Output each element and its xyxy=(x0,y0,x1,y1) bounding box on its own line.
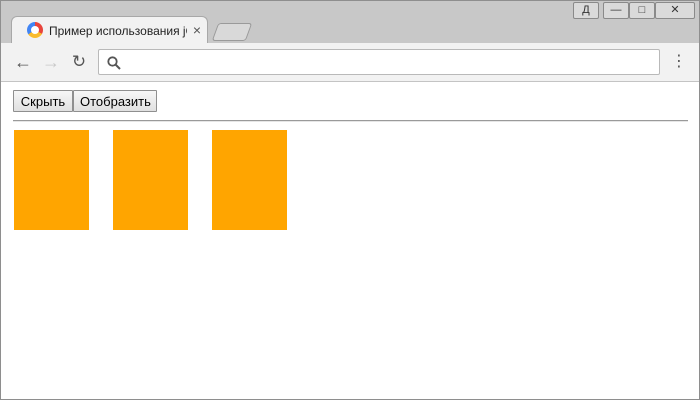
horizontal-rule xyxy=(13,120,688,122)
maximize-icon[interactable]: □ xyxy=(629,2,655,19)
tab-close-icon[interactable]: × xyxy=(190,22,204,38)
kebab-menu-icon[interactable]: ⋮ xyxy=(669,52,689,72)
active-tab[interactable]: Пример использования jQuery × xyxy=(11,16,208,44)
orange-box xyxy=(14,130,89,230)
browser-toolbar: ← → ↻ ⋮ xyxy=(1,43,699,82)
address-bar[interactable] xyxy=(98,49,660,75)
address-input[interactable] xyxy=(127,53,651,73)
profile-button[interactable]: Д xyxy=(573,2,599,19)
controls: Скрыть Отобразить xyxy=(13,90,157,112)
forward-arrow-icon[interactable]: → xyxy=(41,52,61,72)
chrome-favicon-icon xyxy=(27,22,43,38)
search-icon xyxy=(107,56,121,70)
page-viewport: Скрыть Отобразить xyxy=(1,82,699,399)
orange-box xyxy=(113,130,188,230)
show-button[interactable]: Отобразить xyxy=(73,90,157,112)
new-tab-button[interactable] xyxy=(211,23,253,41)
window-close-icon[interactable]: ✕ xyxy=(655,2,695,19)
hide-button[interactable]: Скрыть xyxy=(13,90,73,112)
orange-box xyxy=(212,130,287,230)
reload-icon[interactable]: ↻ xyxy=(69,52,89,72)
tab-title: Пример использования jQuery xyxy=(49,24,187,38)
minimize-icon[interactable]: — xyxy=(603,2,629,19)
browser-window: Пример использования jQuery × Д — □ ✕ ← … xyxy=(0,0,700,400)
back-arrow-icon[interactable]: ← xyxy=(13,52,33,72)
title-bar: Пример использования jQuery × Д — □ ✕ xyxy=(1,1,699,44)
